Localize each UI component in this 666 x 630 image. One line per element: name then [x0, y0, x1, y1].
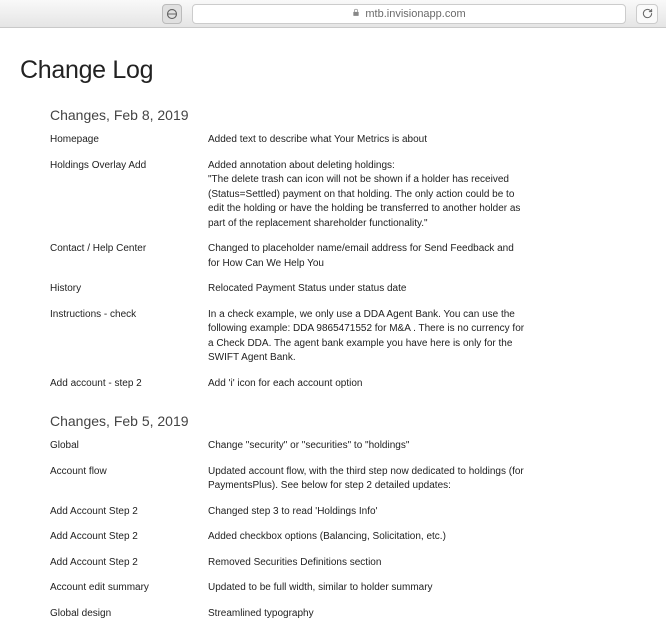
- entry-desc: Relocated Payment Status under status da…: [208, 282, 528, 297]
- change-entry: Account flow Updated account flow, with …: [50, 465, 646, 494]
- entry-label: Homepage: [50, 133, 208, 148]
- change-entry: Add Account Step 2 Changed step 3 to rea…: [50, 505, 646, 520]
- change-entry: Account edit summary Updated to be full …: [50, 581, 646, 596]
- entry-desc: Updated to be full width, similar to hol…: [208, 581, 528, 596]
- entry-desc: Added text to describe what Your Metrics…: [208, 133, 528, 148]
- change-entry: Add account - step 2 Add 'i' icon for ea…: [50, 377, 646, 392]
- entry-desc: Changed step 3 to read 'Holdings Info': [208, 505, 528, 520]
- entry-label: Global: [50, 439, 208, 454]
- change-entry: Add Account Step 2 Removed Securities De…: [50, 556, 646, 571]
- extension-icon[interactable]: [162, 4, 182, 24]
- entry-desc: Add 'i' icon for each account option: [208, 377, 528, 392]
- lock-icon: [352, 8, 360, 19]
- entry-label: Add account - step 2: [50, 377, 208, 392]
- section-heading: Changes, Feb 8, 2019: [50, 107, 646, 123]
- entry-desc: Updated account flow, with the third ste…: [208, 465, 528, 494]
- entry-label: History: [50, 282, 208, 297]
- entry-label: Holdings Overlay Add: [50, 159, 208, 174]
- entry-label: Account edit summary: [50, 581, 208, 596]
- entry-desc: Change "security" or "securities" to "ho…: [208, 439, 528, 454]
- entry-label: Add Account Step 2: [50, 505, 208, 520]
- entry-desc: In a check example, we only use a DDA Ag…: [208, 308, 528, 366]
- change-entry: History Relocated Payment Status under s…: [50, 282, 646, 297]
- change-entry: Global Change "security" or "securities"…: [50, 439, 646, 454]
- section-heading: Changes, Feb 5, 2019: [50, 413, 646, 429]
- entry-label: Add Account Step 2: [50, 556, 208, 571]
- entry-desc: Changed to placeholder name/email addres…: [208, 242, 528, 271]
- changes-section-0: Changes, Feb 8, 2019 Homepage Added text…: [50, 107, 646, 391]
- browser-toolbar: mtb.invisionapp.com: [0, 0, 666, 28]
- change-entry: Instructions - check In a check example,…: [50, 308, 646, 366]
- entry-desc: Removed Securities Definitions section: [208, 556, 528, 571]
- entry-label: Contact / Help Center: [50, 242, 208, 257]
- change-entry: Add Account Step 2 Added checkbox option…: [50, 530, 646, 545]
- change-entry: Global design Streamlined typography: [50, 607, 646, 622]
- page-content: Change Log Changes, Feb 8, 2019 Homepage…: [0, 28, 666, 630]
- entry-desc: Added annotation about deleting holdings…: [208, 159, 528, 232]
- entry-label: Global design: [50, 607, 208, 622]
- entry-desc: Added checkbox options (Balancing, Solic…: [208, 530, 528, 545]
- reload-button[interactable]: [636, 4, 658, 24]
- entry-label: Add Account Step 2: [50, 530, 208, 545]
- entry-label: Account flow: [50, 465, 208, 480]
- address-bar[interactable]: mtb.invisionapp.com: [192, 4, 626, 24]
- change-entry: Homepage Added text to describe what You…: [50, 133, 646, 148]
- change-entry: Contact / Help Center Changed to placeho…: [50, 242, 646, 271]
- change-entry: Holdings Overlay Add Added annotation ab…: [50, 159, 646, 232]
- url-text: mtb.invisionapp.com: [365, 8, 465, 20]
- page-title: Change Log: [20, 56, 646, 85]
- entry-desc: Streamlined typography: [208, 607, 528, 622]
- entry-label: Instructions - check: [50, 308, 208, 323]
- changes-section-1: Changes, Feb 5, 2019 Global Change "secu…: [50, 413, 646, 630]
